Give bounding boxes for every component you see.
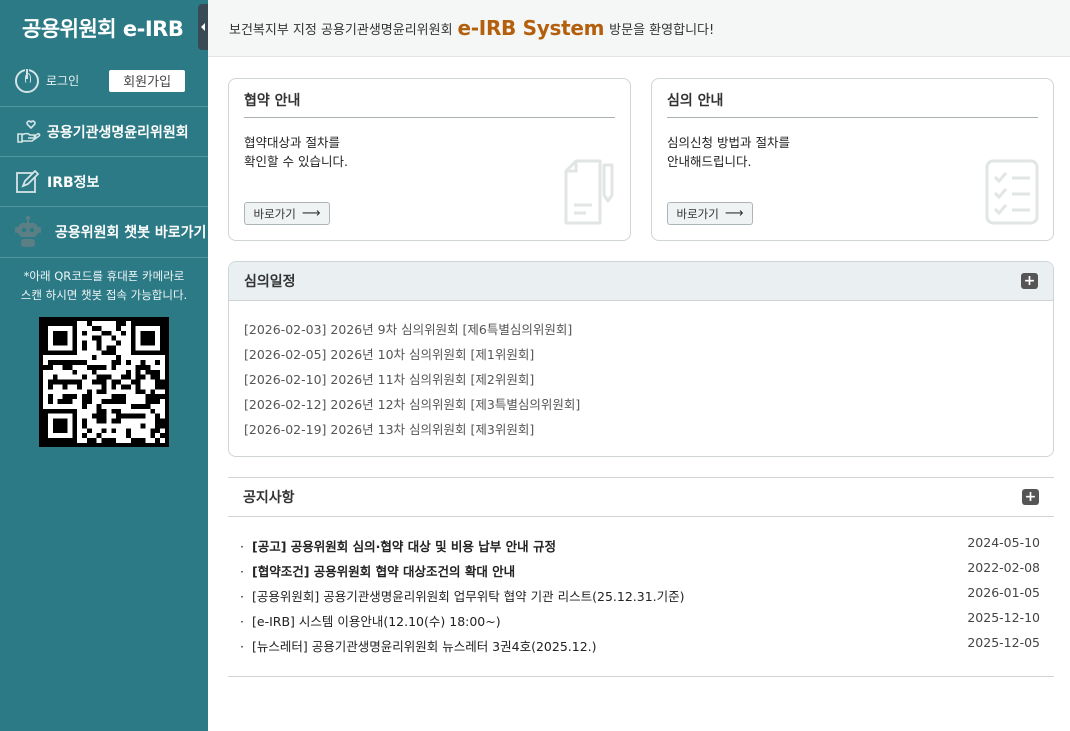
panel-header: 심의일정 + bbox=[229, 262, 1053, 301]
qr-note: *아래 QR코드를 휴대폰 카메라로 스캔 하시면 챗봇 접속 가능합니다. bbox=[0, 267, 208, 305]
notice-title[interactable]: [뉴스레터] 공용기관생명윤리위원회 뉴스레터 3권4호(2025.12.) bbox=[252, 639, 597, 654]
power-icon[interactable] bbox=[15, 68, 39, 93]
notice-item[interactable]: · [협약조건] 공용위원회 협약 대상조건의 확대 안내 2022-02-08 bbox=[240, 559, 1040, 584]
hand-heart-icon bbox=[17, 119, 41, 143]
sidebar: 공용위원회 e-IRB 로그인 회원가입 공용기관생명윤리위원회 IRB정보 공… bbox=[0, 0, 208, 731]
agreement-guide-card: 협약 안내 협약대상과 절차를 확인할 수 있습니다. 바로가기 ⟶ bbox=[228, 78, 631, 241]
sidebar-item-chatbot[interactable]: 공용위원회 챗봇 바로가기 bbox=[0, 207, 208, 258]
notice-title[interactable]: [협약조건] 공용위원회 협약 대상조건의 확대 안내 bbox=[252, 564, 515, 579]
panel-title: 심의일정 bbox=[244, 274, 296, 290]
login-row: 로그인 회원가입 bbox=[0, 55, 208, 107]
notice-title[interactable]: [공고] 공용위원회 심의·협약 대상 및 비용 납부 안내 규정 bbox=[252, 539, 556, 554]
site-logo[interactable]: 공용위원회 e-IRB bbox=[0, 0, 208, 55]
review-guide-card: 심의 안내 심의신청 방법과 절차를 안내해드립니다. 바로가기 ⟶ bbox=[651, 78, 1054, 241]
plus-icon[interactable]: + bbox=[1021, 273, 1038, 289]
card-title: 심의 안내 bbox=[667, 90, 1038, 118]
join-button[interactable]: 회원가입 bbox=[109, 69, 186, 92]
panel-header: 공지사항 + bbox=[228, 478, 1054, 517]
card-title: 협약 안내 bbox=[244, 90, 615, 118]
bullet: · bbox=[240, 539, 244, 554]
welcome-prefix: 보건복지부 지정 공용기관생명윤리위원회 bbox=[229, 22, 453, 38]
robot-icon bbox=[15, 215, 41, 247]
plus-icon[interactable]: + bbox=[1022, 489, 1039, 505]
bullet: · bbox=[240, 589, 244, 604]
notice-date: 2026-01-05 bbox=[967, 585, 1040, 600]
card-description-line: 확인할 수 있습니다. bbox=[244, 154, 348, 169]
review-schedule-panel: 심의일정 + [2026-02-03] 2026년 9차 심의위원회 [제6특별… bbox=[228, 261, 1054, 457]
bullet: · bbox=[240, 639, 244, 654]
schedule-item[interactable]: [2026-02-05] 2026년 10차 심의위원회 [제1위원회] bbox=[244, 342, 1038, 367]
schedule-item[interactable]: [2026-02-03] 2026년 9차 심의위원회 [제6특별심의위원회] bbox=[244, 317, 1038, 342]
sidebar-collapse-button[interactable] bbox=[198, 4, 208, 50]
review-go-button[interactable]: 바로가기 ⟶ bbox=[667, 202, 753, 225]
notice-item[interactable]: · [e-IRB] 시스템 이용안내(12.10(수) 18:00~) 2025-… bbox=[240, 609, 1040, 634]
welcome-banner: 보건복지부 지정 공용기관생명윤리위원회 e-IRB System 방문을 환영… bbox=[208, 0, 1070, 57]
schedule-list: [2026-02-03] 2026년 9차 심의위원회 [제6특별심의위원회] … bbox=[229, 301, 1053, 442]
login-link[interactable]: 로그인 bbox=[46, 72, 79, 89]
button-label: 바로가기 bbox=[676, 206, 719, 221]
chevron-left-icon bbox=[201, 23, 205, 31]
notice-date: 2022-02-08 bbox=[967, 560, 1040, 575]
sidebar-item-irb-info[interactable]: IRB정보 bbox=[0, 157, 208, 207]
sidebar-item-label: 공용위원회 챗봇 바로가기 bbox=[55, 225, 207, 241]
notice-date: 2025-12-05 bbox=[967, 635, 1040, 650]
notice-title[interactable]: [e-IRB] 시스템 이용안내(12.10(수) 18:00~) bbox=[252, 614, 501, 629]
arrow-right-icon: ⟶ bbox=[301, 206, 321, 221]
schedule-item[interactable]: [2026-02-12] 2026년 12차 심의위원회 [제3특별심의위원회] bbox=[244, 392, 1038, 417]
qr-note-line: *아래 QR코드를 휴대폰 카메라로 bbox=[23, 269, 185, 283]
card-description: 심의신청 방법과 절차를 안내해드립니다. bbox=[667, 133, 790, 171]
schedule-item[interactable]: [2026-02-10] 2026년 11차 심의위원회 [제2위원회] bbox=[244, 367, 1038, 392]
checklist-icon bbox=[985, 159, 1039, 225]
card-description-line: 협약대상과 절차를 bbox=[244, 135, 340, 150]
notice-date: 2024-05-10 bbox=[967, 535, 1040, 550]
card-description: 협약대상과 절차를 확인할 수 있습니다. bbox=[244, 133, 348, 171]
sidebar-item-label: 공용기관생명윤리위원회 bbox=[47, 124, 189, 141]
card-description-line: 심의신청 방법과 절차를 bbox=[667, 135, 790, 150]
chatbot-qr-code bbox=[39, 317, 169, 447]
edit-icon bbox=[16, 169, 40, 193]
bullet: · bbox=[240, 564, 244, 579]
notice-title[interactable]: [공용위원회] 공용기관생명윤리위원회 업무위탁 협약 기관 리스트(25.12… bbox=[252, 589, 685, 604]
document-pen-icon bbox=[564, 159, 614, 225]
sidebar-item-committee[interactable]: 공용기관생명윤리위원회 bbox=[0, 107, 208, 157]
notice-list: · [공고] 공용위원회 심의·협약 대상 및 비용 납부 안내 규정 2024-… bbox=[228, 517, 1054, 659]
bullet: · bbox=[240, 614, 244, 629]
card-description-line: 안내해드립니다. bbox=[667, 154, 752, 169]
button-label: 바로가기 bbox=[253, 206, 296, 221]
schedule-item[interactable]: [2026-02-19] 2026년 13차 심의위원회 [제3위원회] bbox=[244, 417, 1038, 442]
qr-note-line: 스캔 하시면 챗봇 접속 가능합니다. bbox=[20, 288, 188, 302]
agreement-go-button[interactable]: 바로가기 ⟶ bbox=[244, 202, 330, 225]
system-brand: e-IRB System bbox=[457, 16, 605, 40]
notice-date: 2025-12-10 bbox=[967, 610, 1040, 625]
arrow-right-icon: ⟶ bbox=[724, 206, 744, 221]
notice-item[interactable]: · [뉴스레터] 공용기관생명윤리위원회 뉴스레터 3권4호(2025.12.) … bbox=[240, 634, 1040, 659]
welcome-suffix: 방문을 환영합니다! bbox=[609, 22, 715, 38]
notice-panel: 공지사항 + · [공고] 공용위원회 심의·협약 대상 및 비용 납부 안내 규… bbox=[228, 477, 1054, 677]
notice-item[interactable]: · [공용위원회] 공용기관생명윤리위원회 업무위탁 협약 기관 리스트(25.1… bbox=[240, 584, 1040, 609]
panel-title: 공지사항 bbox=[243, 490, 295, 506]
sidebar-item-label: IRB정보 bbox=[47, 174, 100, 191]
notice-item[interactable]: · [공고] 공용위원회 심의·협약 대상 및 비용 납부 안내 규정 2024-… bbox=[240, 534, 1040, 559]
